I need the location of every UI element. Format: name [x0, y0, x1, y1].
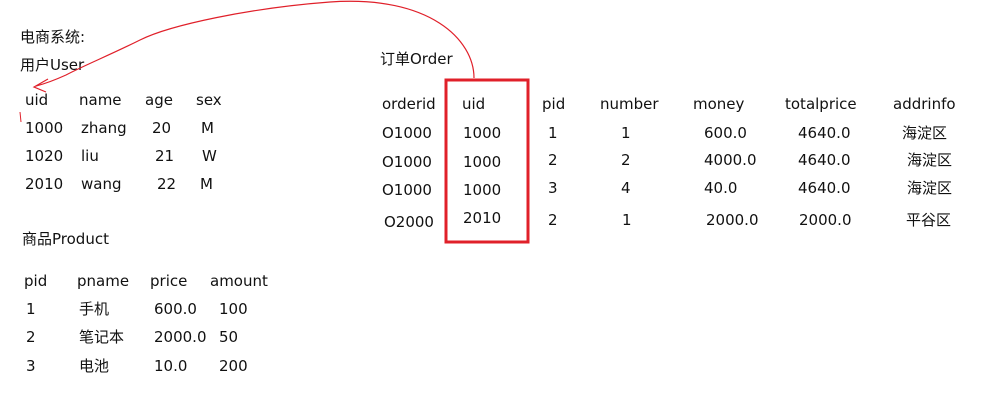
order-header-orderid: orderid: [382, 95, 436, 113]
product-table-title: 商品Product: [22, 230, 109, 248]
user-header-sex: sex: [196, 91, 222, 109]
user-cell-uid: 1020: [25, 147, 64, 165]
product-cell-pname: 手机: [79, 300, 110, 318]
user-cell-age: 20: [152, 119, 172, 137]
order-cell-uid: 2010: [463, 209, 502, 227]
system-title: 电商系统:: [20, 28, 86, 46]
product-cell-pname: 电池: [79, 357, 110, 375]
order-cell-money: 600.0: [704, 124, 747, 142]
order-cell-uid: 1000: [463, 153, 502, 171]
order-header-totalprice: totalprice: [785, 95, 857, 113]
annotation-layer: [19, 0, 530, 244]
order-cell-totalprice: 4640.0: [798, 124, 851, 142]
order-cell-orderid: O1000: [382, 153, 432, 171]
order-cell-pid: 2: [548, 211, 558, 229]
product-cell-pname: 笔记本: [79, 328, 125, 346]
user-cell-sex: W: [202, 147, 217, 165]
user-cell-uid: 2010: [25, 175, 64, 193]
order-cell-uid: 1000: [463, 181, 502, 199]
order-cell-orderid: O1000: [382, 124, 432, 142]
product-cell-amount: 200: [219, 357, 248, 375]
order-header-number: number: [600, 95, 659, 113]
product-cell-pid: 1: [26, 300, 36, 318]
foreign-key-arrow: [35, 0, 475, 87]
product-cell-price: 600.0: [154, 300, 197, 318]
order-cell-totalprice: 4640.0: [798, 151, 851, 169]
user-cell-age: 22: [157, 175, 177, 193]
order-cell-number: 1: [622, 211, 632, 229]
order-cell-number: 2: [621, 151, 631, 169]
order-cell-pid: 2: [548, 151, 558, 169]
user-cell-uid: 1000: [25, 119, 64, 137]
product-header-pid: pid: [24, 272, 48, 290]
order-cell-orderid: O1000: [382, 181, 432, 199]
product-header-price: price: [150, 272, 188, 290]
product-cell-amount: 100: [219, 300, 248, 318]
order-header-addrinfo: addrinfo: [893, 95, 956, 113]
product-cell-pid: 2: [26, 328, 36, 346]
user-cell-name: wang: [81, 175, 122, 193]
order-cell-money: 2000.0: [706, 211, 759, 229]
product-cell-price: 2000.0: [154, 328, 207, 346]
order-cell-money: 4000.0: [704, 151, 757, 169]
product-header-amount: amount: [210, 272, 268, 290]
order-cell-pid: 3: [548, 179, 558, 197]
user-header-age: age: [145, 91, 173, 109]
product-cell-price: 10.0: [154, 357, 188, 375]
order-header-money: money: [693, 95, 745, 113]
user-cell-age: 21: [155, 147, 175, 165]
order-cell-totalprice: 2000.0: [799, 211, 852, 229]
tick-mark: [19, 111, 22, 123]
user-table-title: 用户User: [20, 56, 85, 74]
product-cell-amount: 50: [219, 328, 239, 346]
order-cell-addrinfo: 海淀区: [907, 151, 953, 169]
order-cell-money: 40.0: [704, 179, 738, 197]
order-header-uid: uid: [462, 95, 486, 113]
user-cell-name: liu: [81, 147, 99, 165]
order-header-pid: pid: [542, 95, 566, 113]
order-table-title: 订单Order: [380, 50, 453, 68]
order-cell-totalprice: 4640.0: [798, 179, 851, 197]
order-cell-number: 4: [621, 179, 631, 197]
order-cell-addrinfo: 海淀区: [902, 124, 948, 142]
order-cell-addrinfo: 海淀区: [907, 179, 953, 197]
order-cell-pid: 1: [548, 124, 558, 142]
order-cell-addrinfo: 平谷区: [906, 211, 952, 229]
user-cell-sex: M: [201, 119, 214, 137]
product-header-pname: pname: [77, 272, 130, 290]
user-header-uid: uid: [25, 91, 49, 109]
user-cell-sex: M: [200, 175, 213, 193]
order-cell-uid: 1000: [463, 124, 502, 142]
order-cell-orderid: O2000: [384, 213, 434, 231]
user-cell-name: zhang: [81, 119, 127, 137]
order-cell-number: 1: [621, 124, 631, 142]
user-header-name: name: [79, 91, 122, 109]
product-cell-pid: 3: [26, 357, 36, 375]
